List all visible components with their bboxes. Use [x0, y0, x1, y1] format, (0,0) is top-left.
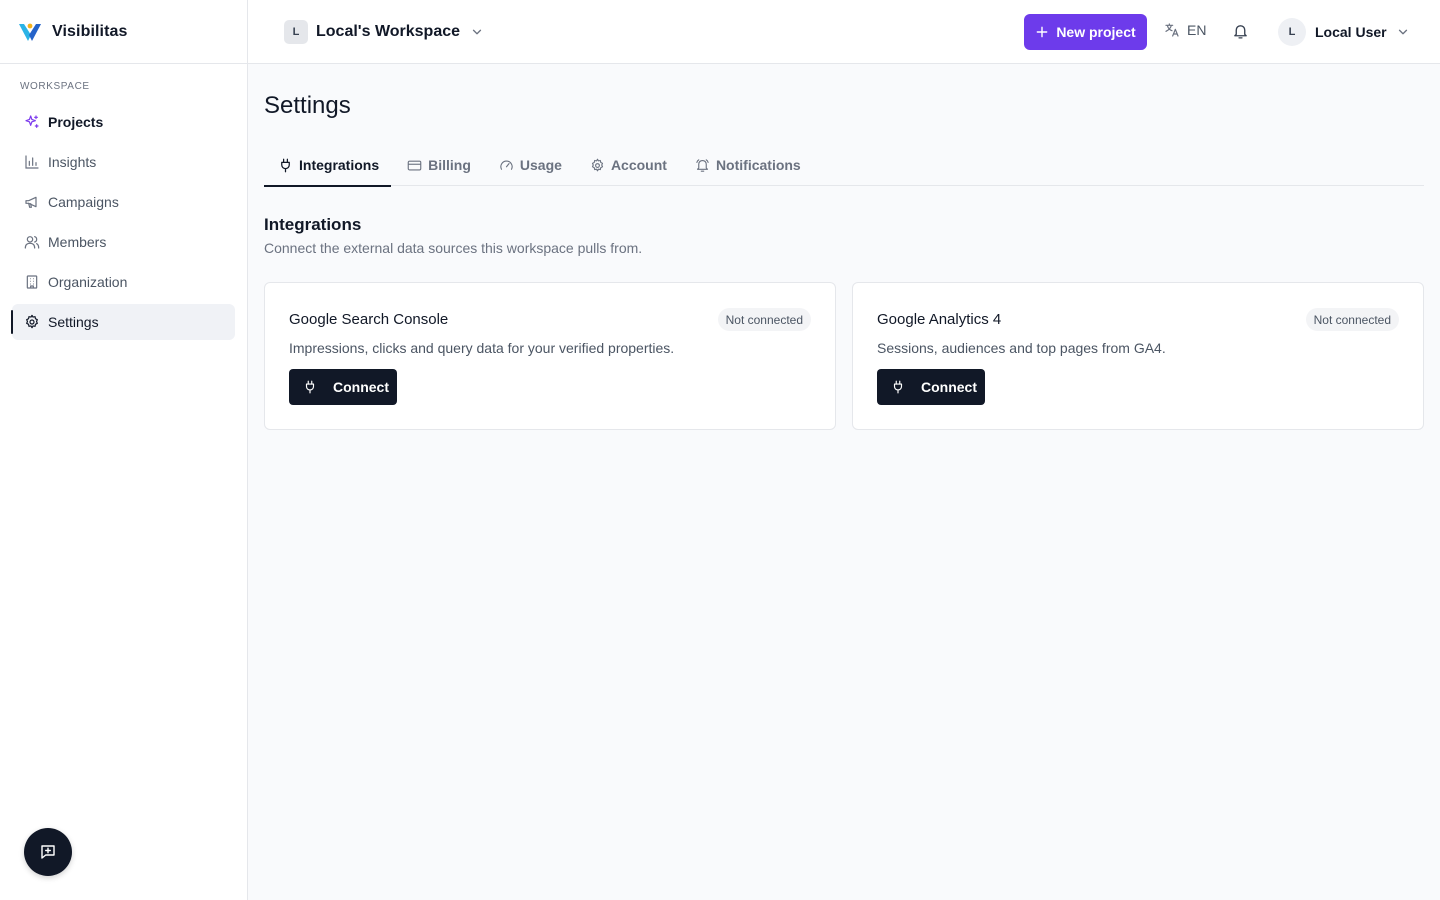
section-description: Connect the external data sources this w… — [264, 240, 643, 256]
sidebar-item-label: Organization — [48, 274, 128, 290]
connect-label: Connect — [333, 379, 389, 395]
gear-icon — [26, 314, 38, 329]
topbar: L Local's Workspace New project EN L Loc… — [248, 0, 1440, 64]
tab-notifications[interactable]: Notifications — [695, 144, 801, 186]
sidebar-item-label: Members — [48, 234, 107, 250]
section-title: Integrations — [264, 215, 362, 234]
workspace-name: Local's Workspace — [316, 23, 461, 40]
sidebar-item-label: Projects — [48, 114, 104, 130]
integrations-list: Google Search Console Not connected Impr… — [264, 282, 1424, 430]
sidebar-item-label: Campaigns — [48, 194, 119, 210]
gear-icon — [591, 158, 603, 171]
chevron-down-icon — [1398, 29, 1407, 35]
sidebar-item-organization[interactable]: Organization — [12, 264, 235, 300]
status-badge: Not connected — [1305, 308, 1399, 331]
tab-account[interactable]: Account — [590, 144, 667, 186]
integration-description: Sessions, audiences and top pages from G… — [877, 340, 1166, 356]
plus-icon — [1036, 26, 1048, 38]
plug-icon — [281, 158, 290, 172]
workspace-switcher[interactable]: L Local's Workspace — [284, 20, 484, 44]
sidebar-item-label: Insights — [48, 154, 97, 170]
tab-integrations[interactable]: Integrations — [264, 144, 392, 187]
brand[interactable]: Visibilitas — [0, 0, 247, 64]
connect-label: Connect — [921, 379, 977, 395]
credit-card-icon — [407, 160, 422, 170]
brand-name: Visibilitas — [52, 22, 128, 40]
user-menu[interactable]: L Local User — [1278, 18, 1410, 46]
sidebar-item-label: Settings — [48, 314, 99, 330]
language-label: EN — [1187, 22, 1207, 38]
connect-button[interactable]: Connect — [289, 369, 397, 405]
new-project-label: New project — [1056, 24, 1136, 40]
new-project-button[interactable]: New project — [1024, 14, 1147, 50]
nav-section-label: WORKSPACE — [20, 81, 90, 92]
tab-label: Billing — [428, 157, 471, 173]
integration-name: Google Search Console — [289, 311, 449, 328]
connect-button[interactable]: Connect — [877, 369, 985, 405]
integration-description: Impressions, clicks and query data for y… — [289, 340, 675, 356]
tab-label: Usage — [519, 157, 562, 173]
settings-tabs: Integrations Billing Usage Account Notif… — [264, 144, 1424, 187]
tab-label: Notifications — [715, 157, 801, 173]
sidebar-item-insights[interactable]: Insights — [12, 144, 235, 180]
sparkles-icon — [25, 115, 39, 128]
translate-icon — [1165, 23, 1179, 37]
plug-icon — [305, 380, 315, 394]
feedback-chat-button[interactable] — [24, 828, 72, 876]
sidebar: Visibilitas WORKSPACE Projects Insights … — [0, 0, 248, 900]
sidebar-nav: Projects Insights Campaigns Members Orga… — [0, 104, 247, 340]
tab-label: Integrations — [299, 157, 380, 173]
status-badge: Not connected — [717, 308, 811, 331]
gauge-icon — [500, 159, 513, 170]
tab-label: Account — [610, 157, 667, 173]
building-icon — [26, 275, 38, 289]
sidebar-item-settings[interactable]: Settings — [11, 304, 235, 340]
page-title: Settings — [264, 92, 351, 119]
integration-card-google-search-console: Google Search Console Not connected Impr… — [264, 282, 836, 430]
bell-icon[interactable] — [1232, 23, 1249, 40]
bar-chart-icon — [25, 155, 39, 169]
users-icon — [24, 236, 40, 249]
sidebar-item-projects[interactable]: Projects — [12, 104, 235, 140]
avatar: L — [1278, 18, 1306, 46]
message-plus-icon — [41, 845, 55, 859]
visibilitas-logo-icon — [19, 23, 41, 41]
tab-usage[interactable]: Usage — [499, 144, 562, 186]
user-name: Local User — [1315, 24, 1387, 40]
tab-billing[interactable]: Billing — [407, 144, 471, 186]
megaphone-icon — [25, 196, 37, 208]
bell-ring-icon — [696, 158, 709, 172]
language-switcher[interactable]: EN — [1164, 22, 1206, 38]
sidebar-item-members[interactable]: Members — [12, 224, 235, 260]
sidebar-item-campaigns[interactable]: Campaigns — [12, 184, 235, 220]
chevron-down-icon — [472, 29, 482, 35]
integration-name: Google Analytics 4 — [877, 311, 1002, 328]
workspace-avatar: L — [284, 20, 308, 44]
integration-card-google-analytics-4: Google Analytics 4 Not connected Session… — [852, 282, 1424, 430]
plug-icon — [893, 380, 903, 394]
